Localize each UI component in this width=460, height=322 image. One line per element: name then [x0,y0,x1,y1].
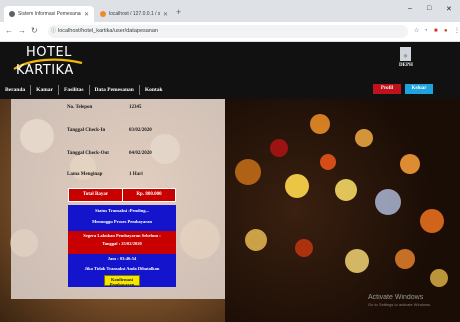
deadline-time: Jam : 03:46:54 [107,256,137,261]
duration-value: 1 Hari [129,172,143,177]
hotel-logo[interactable]: HOTEL KARTIKA [12,45,83,79]
extension-icon-2[interactable]: ■ [434,27,438,35]
tab-close-icon[interactable]: ✕ [84,11,89,18]
close-window-button[interactable]: ✕ [446,5,452,13]
nav-item-kontak[interactable]: Kontak [140,85,168,95]
back-arrow-icon[interactable]: ← [5,26,13,36]
checkout-value: 04/02/2020 [129,151,152,156]
confirm-payment-button[interactable]: Konfirmasi Pembayaran [104,275,140,287]
main-navigation: Beranda Kamar Fasilitas Data Pemesanan K… [0,84,168,96]
page-content: No. Telepon 12345 Tanggal Check-In 03/02… [0,99,460,322]
browser-tab-bar: Sistem Informasi Pemesanan Ka ✕ localhos… [0,0,460,22]
logo-text-kartika: KARTIKA [16,63,74,78]
waiting-text: Menunggu Proses Pembayaran [92,219,152,224]
browser-tab-active[interactable]: Sistem Informasi Pemesanan Ka ✕ [4,6,94,22]
site-favicon-icon [9,11,15,17]
bookmark-star-icon[interactable]: ☆ [414,27,419,35]
menu-kebab-icon[interactable]: ⋮ [454,27,460,35]
deadline-text: Segera Lakukan Pembayaran Sebelum : [83,233,161,238]
nav-item-kamar[interactable]: Kamar [31,85,59,95]
browser-tab-inactive[interactable]: localhost / 127.0.0.1 / sixhotel ✕ [95,6,173,22]
status-text: Status Transaksi :Pending... [95,208,149,213]
forward-arrow-icon[interactable]: → [18,26,26,36]
watermark-subtitle: Go to Settings to activate Windows. [368,302,432,307]
new-tab-button[interactable]: + [176,7,181,17]
total-payment-box: Total Bayar Rp. 800.000 [68,188,176,202]
phpmyadmin-favicon-icon [100,11,106,17]
phone-label: No. Telepon [67,105,93,110]
total-value: Rp. 800.000 [136,192,162,197]
background-image-right [225,99,460,322]
phone-value: 12345 [129,105,142,110]
url-text: localhost/hotel_kartika/user/datapesanan [58,28,158,34]
extension-icon[interactable]: ◔ [424,27,428,35]
maximize-button[interactable]: □ [427,5,431,12]
duration-label: Lama Menginap [67,172,103,177]
transaction-status-box: Status Transaksi :Pending... Menunggu Pr… [68,205,176,287]
logout-button[interactable]: Keluar [405,84,433,94]
user-name: DEPH [399,63,413,68]
profile-avatar-icon[interactable]: ● [444,27,448,35]
confirm-button-line2: Pembayaran [109,281,135,287]
checkin-label: Tanggal Check-In [67,128,106,133]
tab-label: Sistem Informasi Pemesanan Ka [18,11,81,17]
total-label: Total Bayar [69,189,123,201]
booking-detail-card: No. Telepon 12345 Tanggal Check-In 03/02… [11,99,225,299]
browser-toolbar: ← → ↻ ⓘ localhost/hotel_kartika/user/dat… [0,22,460,42]
watermark-title: Activate Windows [368,294,424,301]
nav-item-fasilitas[interactable]: Fasilitas [59,85,90,95]
activate-windows-watermark: Activate Windows Go to Settings to activ… [368,294,431,307]
tab-close-icon[interactable]: ✕ [163,11,168,18]
address-bar[interactable]: ⓘ localhost/hotel_kartika/user/datapesan… [48,25,408,38]
profile-button[interactable]: Profil [373,84,401,94]
cancel-warning: Jika Tidak Transaksi Anda Dibatalkan [84,266,160,271]
nav-item-data-pemesanan[interactable]: Data Pemesanan [90,85,140,95]
checkout-label: Tanggal Check-Out [67,151,109,156]
nav-item-beranda[interactable]: Beranda [0,85,32,95]
checkin-value: 03/02/2020 [129,128,152,133]
tab-label: localhost / 127.0.0.1 / sixhotel [109,11,160,17]
minimize-button[interactable]: – [408,5,412,12]
deadline-date: Tanggal : 25/02/2020 [102,241,142,246]
info-icon[interactable]: ⓘ [51,25,56,38]
deadline-panel: Segera Lakukan Pembayaran Sebelum : Tang… [68,231,176,254]
user-avatar-icon: ● [400,47,411,61]
reload-icon[interactable]: ↻ [31,26,38,36]
